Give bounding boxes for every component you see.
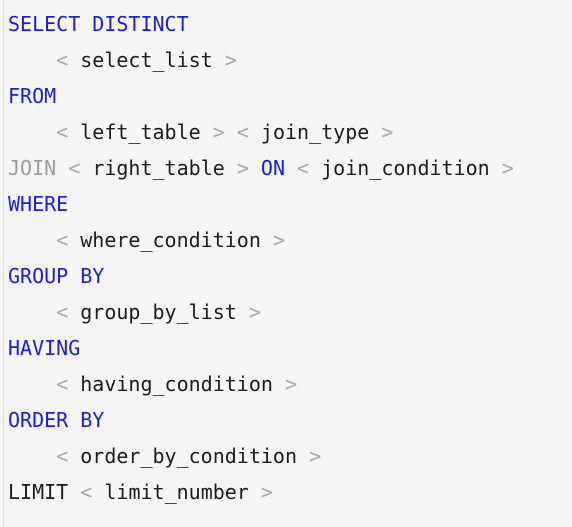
placeholder-token: LIMIT [8, 480, 69, 504]
sql-keyword-token: ORDER [8, 408, 69, 432]
sql-keyword-token: HAVING [8, 336, 81, 360]
code-line: GROUP BY [0, 258, 572, 294]
code-line: HAVING [0, 330, 572, 366]
angle-bracket-token: < [56, 228, 69, 252]
angle-bracket-token: < [56, 300, 69, 324]
placeholder-token [249, 120, 261, 144]
code-line: < select_list > [0, 42, 572, 78]
sql-syntax-code-block: SELECT DISTINCT < select_list > FROM < le… [0, 0, 572, 527]
placeholder-token [490, 156, 502, 180]
sql-keyword-token: JOIN [8, 156, 57, 180]
placeholder-token [225, 120, 237, 144]
angle-bracket-token: > [501, 156, 514, 180]
code-line: LIMIT < limit_number > [0, 474, 572, 510]
placeholder-token [261, 228, 273, 252]
placeholder-token [68, 480, 80, 504]
placeholder-token [68, 444, 80, 468]
sql-keyword-token: FROM [8, 84, 57, 108]
angle-bracket-token: < [68, 156, 81, 180]
placeholder-token [68, 120, 80, 144]
code-line: JOIN < right_table > ON < join_condition… [0, 150, 572, 186]
placeholder-token: join_type [260, 120, 370, 144]
placeholder-token [309, 156, 321, 180]
placeholder-token: select_list [80, 48, 213, 72]
angle-bracket-token: > [224, 48, 237, 72]
placeholder-token: join_condition [321, 156, 490, 180]
code-line: ORDER BY [0, 402, 572, 438]
angle-bracket-token: > [309, 444, 322, 468]
angle-bracket-token: > [272, 228, 285, 252]
code-line: < left_table > < join_type > [0, 114, 572, 150]
sql-keyword-token: SELECT [8, 12, 81, 36]
angle-bracket-token: < [80, 480, 93, 504]
placeholder-token [68, 300, 80, 324]
angle-bracket-token: > [212, 120, 225, 144]
placeholder-token [68, 228, 80, 252]
angle-bracket-token: < [56, 48, 69, 72]
sql-keyword-token: DISTINCT [92, 12, 189, 36]
code-line: < order_by_condition > [0, 438, 572, 474]
angle-bracket-token: < [56, 372, 69, 396]
placeholder-token [92, 480, 104, 504]
angle-bracket-token: < [56, 120, 69, 144]
placeholder-token [249, 156, 261, 180]
placeholder-token [68, 48, 80, 72]
angle-bracket-token: > [284, 372, 298, 396]
placeholder-token [249, 480, 261, 504]
placeholder-token [56, 156, 68, 180]
code-line: < having_condition > [0, 366, 572, 402]
placeholder-token [80, 156, 92, 180]
placeholder-token [213, 48, 225, 72]
angle-bracket-token: > [248, 300, 261, 324]
angle-bracket-token: > [260, 480, 273, 504]
placeholder-token [68, 264, 80, 288]
placeholder-token [201, 120, 213, 144]
code-line: WHERE [0, 186, 572, 222]
placeholder-token [68, 372, 80, 396]
angle-bracket-token: > [236, 156, 249, 180]
code-line: < group_by_list > [0, 294, 572, 330]
code-line: FROM [0, 78, 572, 114]
angle-bracket-token: < [297, 156, 310, 180]
angle-bracket-token: < [56, 444, 69, 468]
placeholder-token [297, 444, 309, 468]
placeholder-token [237, 300, 249, 324]
placeholder-token [225, 156, 237, 180]
placeholder-token: right_table [92, 156, 225, 180]
sql-keyword-token: ON [260, 156, 285, 180]
sql-keyword-token: BY [80, 408, 105, 432]
angle-bracket-token: < [236, 120, 249, 144]
placeholder-token: group_by_list [80, 300, 237, 324]
placeholder-token [273, 372, 285, 396]
code-line: SELECT DISTINCT [0, 6, 572, 42]
placeholder-token [80, 12, 92, 36]
sql-keyword-token: GROUP [8, 264, 69, 288]
angle-bracket-token: > [381, 120, 394, 144]
placeholder-token [369, 120, 381, 144]
placeholder-token: order_by_condition [80, 444, 298, 468]
sql-keyword-token: BY [80, 264, 105, 288]
code-line-list: SELECT DISTINCT < select_list > FROM < le… [0, 6, 572, 510]
placeholder-token: where_condition [80, 228, 261, 252]
sql-keyword-token: WHERE [8, 192, 69, 216]
placeholder-token: having_condition [80, 372, 273, 396]
placeholder-token: left_table [80, 120, 201, 144]
code-line: < where_condition > [0, 222, 572, 258]
placeholder-token: limit_number [104, 480, 249, 504]
placeholder-token [285, 156, 297, 180]
placeholder-token [68, 408, 80, 432]
